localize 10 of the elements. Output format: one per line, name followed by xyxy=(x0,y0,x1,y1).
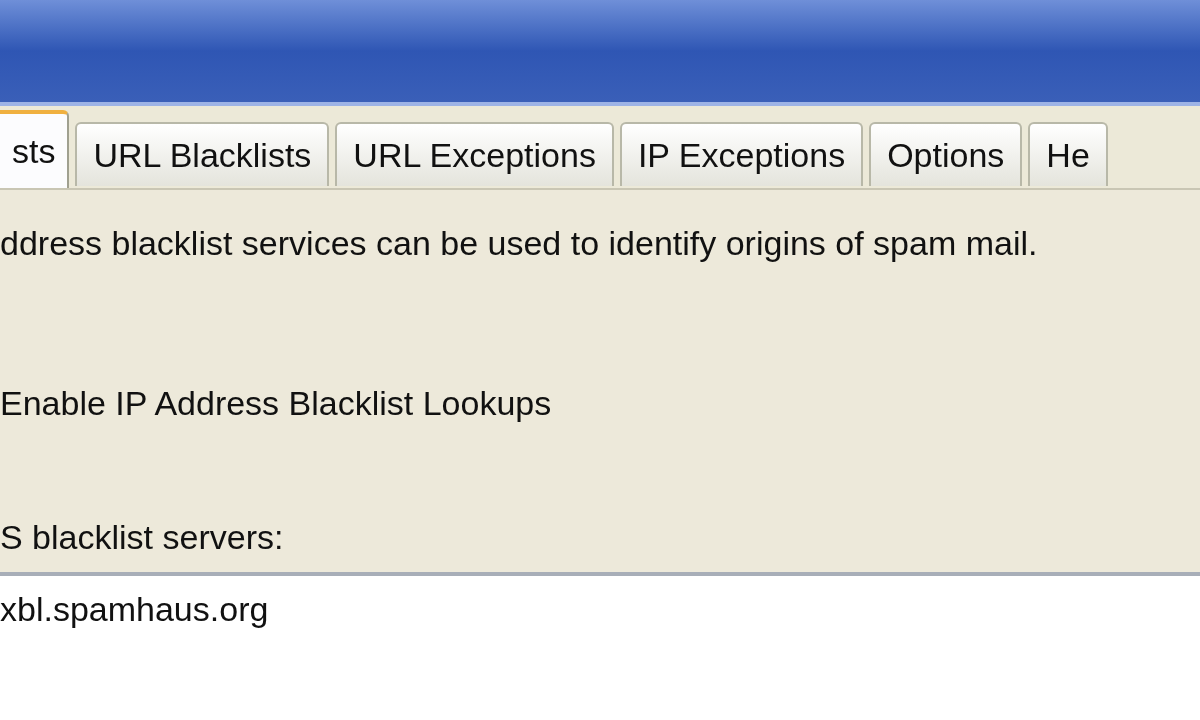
tab[interactable]: URL Exceptions xyxy=(335,122,614,186)
servers-label: S blacklist servers: xyxy=(0,520,285,554)
tab[interactable]: URL Blacklists xyxy=(75,122,330,186)
tab[interactable]: Options xyxy=(869,122,1023,186)
description-text: ddress blacklist services can be used to identify origins of spam mail. xyxy=(0,226,1039,260)
tab[interactable]: sts xyxy=(0,110,70,188)
server-item[interactable]: xbl.spamhaus.org xyxy=(0,588,1200,631)
tab[interactable]: IP Exceptions xyxy=(619,122,864,186)
checkbox-label[interactable]: Enable IP Address Blacklist Lookups xyxy=(0,386,1200,420)
tab[interactable]: He xyxy=(1028,122,1108,186)
